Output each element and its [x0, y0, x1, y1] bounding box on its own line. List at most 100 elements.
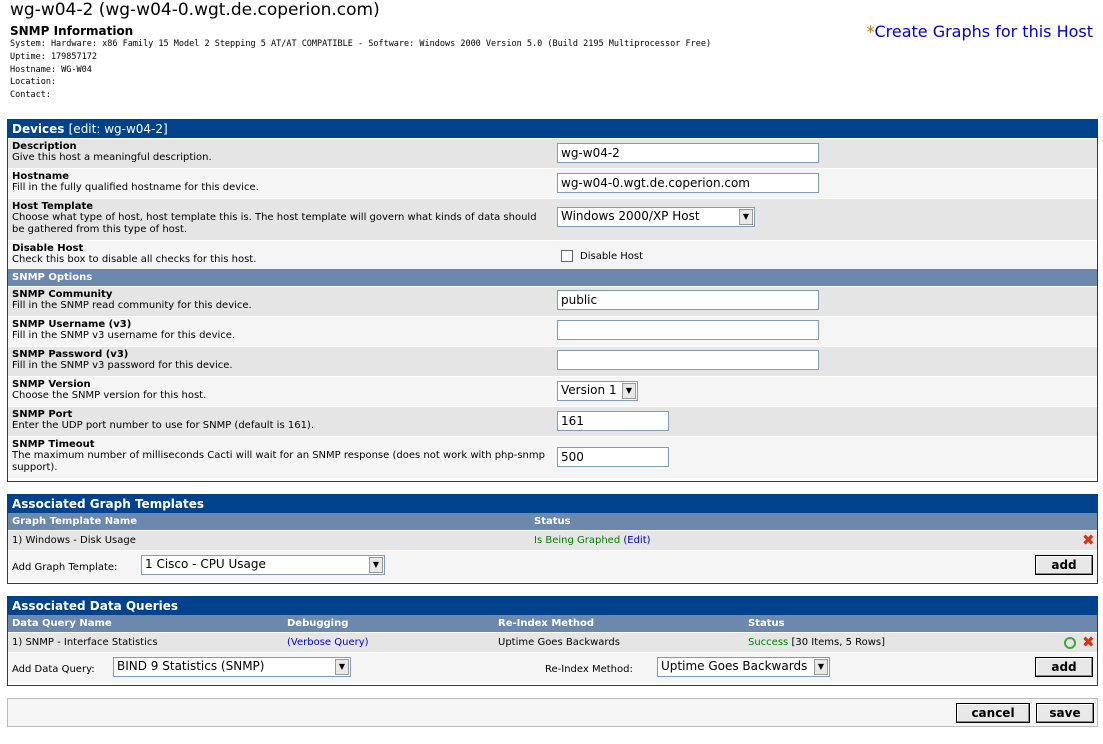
row-snmp-username: SNMP Username (v3) Fill in the SNMP v3 us… [8, 316, 1097, 346]
disable-host-label: Disable Host [12, 243, 84, 254]
col-debugging: Debugging [287, 618, 349, 629]
description-input[interactable]: wg-w04-2 [557, 143, 819, 163]
query-status-text: Success [748, 637, 789, 648]
snmp-username-input[interactable] [557, 320, 819, 340]
col-data-query-name: Data Query Name [12, 618, 112, 629]
snmp-location: Location: [10, 77, 57, 88]
table-row: 1) Windows - Disk Usage Is Being Graphed… [8, 530, 1097, 550]
snmp-username-label: SNMP Username (v3) [12, 319, 132, 330]
host-template-label: Host Template [12, 201, 94, 212]
table-row: 1) SNMP - Interface Statistics (Verbose … [8, 632, 1097, 652]
snmp-uptime: Uptime: 179857172 [10, 51, 97, 62]
snmp-timeout-help: The maximum number of milliseconds Cacti… [12, 450, 545, 473]
snmp-password-help: Fill in the SNMP v3 password for this de… [12, 360, 233, 371]
snmp-version-value: Version 1 [561, 383, 617, 397]
data-query-debug: (Verbose Query) [287, 634, 369, 651]
chevron-down-icon: ▼ [369, 557, 383, 573]
chevron-down-icon: ▼ [814, 659, 828, 675]
description-help: Give this host a meaningful description. [12, 152, 212, 163]
snmp-contact: Contact: [10, 90, 51, 101]
snmp-community-input[interactable]: public [557, 290, 819, 310]
row-snmp-port: SNMP Port Enter the UDP port number to us… [8, 406, 1097, 436]
reindex-method-value: Uptime Goes Backwards [661, 659, 808, 673]
graph-template-name: 1) Windows - Disk Usage [12, 535, 136, 546]
data-query-name: 1) SNMP - Interface Statistics [12, 637, 158, 648]
graph-edit-link[interactable]: Edit [627, 535, 646, 546]
delete-graph-template-icon[interactable]: ✖ [1082, 533, 1095, 548]
snmp-port-help: Enter the UDP port number to use for SNM… [12, 420, 315, 431]
data-queries-header: Associated Data Queries [8, 597, 1097, 615]
add-graph-template-value: 1 Cisco - CPU Usage [145, 557, 266, 571]
snmp-version-label: SNMP Version [12, 379, 91, 390]
col-graph-status: Status [534, 516, 571, 527]
delete-data-query-icon[interactable]: ✖ [1082, 635, 1095, 650]
snmp-system: System: Hardware: x86 Family 15 Model 2 … [10, 39, 712, 49]
devices-edit-label: [edit: wg-w04-2] [68, 122, 168, 136]
reindex-method-select[interactable]: Uptime Goes Backwards ▼ [657, 657, 830, 677]
hostname-input[interactable]: wg-w04-0.wgt.de.coperion.com [557, 173, 819, 193]
form-footer: cancel save [7, 698, 1098, 727]
graph-template-status: Is Being Graphed (Edit) [534, 532, 651, 549]
row-snmp-community: SNMP Community Fill in the SNMP read comm… [8, 286, 1097, 316]
snmp-password-label: SNMP Password (v3) [12, 349, 129, 360]
snmp-timeout-label: SNMP Timeout [12, 439, 95, 450]
hostname-help: Fill in the fully qualified hostname for… [12, 182, 259, 193]
add-data-query-row: Add Data Query: BIND 9 Statistics (SNMP)… [8, 652, 1097, 683]
add-data-query-select[interactable]: BIND 9 Statistics (SNMP) ▼ [113, 657, 351, 677]
devices-panel: Devices [edit: wg-w04-2] Description Give… [7, 119, 1098, 482]
row-snmp-timeout: SNMP Timeout The maximum number of millis… [8, 436, 1097, 478]
cancel-button[interactable]: cancel [956, 703, 1030, 723]
snmp-port-label: SNMP Port [12, 409, 73, 420]
row-description: Description Give this host a meaningful d… [8, 138, 1097, 168]
chevron-down-icon: ▼ [335, 659, 349, 675]
debug-close: ) [364, 637, 369, 648]
graph-edit-close: ) [646, 535, 651, 546]
create-graphs-link[interactable]: Create Graphs for this Host [874, 22, 1093, 41]
data-query-reindex: Uptime Goes Backwards [498, 637, 620, 648]
host-template-help: Choose what type of host, host template … [12, 212, 537, 235]
add-data-query-value: BIND 9 Statistics (SNMP) [117, 659, 265, 673]
reload-query-icon[interactable] [1064, 637, 1076, 649]
row-snmp-password: SNMP Password (v3) Fill in the SNMP v3 pa… [8, 346, 1097, 376]
save-button[interactable]: save [1036, 703, 1094, 723]
col-reindex-method: Re-Index Method [498, 618, 595, 629]
create-graphs-link-wrap: *Create Graphs for this Host [866, 22, 1093, 41]
snmp-username-help: Fill in the SNMP v3 username for this de… [12, 330, 236, 341]
description-label: Description [12, 141, 77, 152]
add-graph-template-label: Add Graph Template: [12, 562, 118, 573]
snmp-info-heading: SNMP Information [10, 24, 134, 38]
disable-host-checkbox[interactable] [561, 250, 573, 262]
col-query-status: Status [748, 618, 785, 629]
row-snmp-version: SNMP Version Choose the SNMP version for … [8, 376, 1097, 406]
snmp-port-input[interactable]: 161 [557, 411, 669, 431]
snmp-information: SNMP Information System: Hardware: x86 F… [10, 24, 711, 102]
hostname-label: Hostname [12, 171, 70, 182]
devices-header: Devices [edit: wg-w04-2] [8, 120, 1097, 138]
snmp-community-help: Fill in the SNMP read community for this… [12, 300, 252, 311]
graph-status-text: Is Being Graphed [534, 535, 621, 546]
snmp-timeout-input[interactable]: 500 [557, 447, 669, 467]
add-data-query-label: Add Data Query: [12, 664, 95, 675]
snmp-hostname: Hostname: WG-W04 [10, 64, 92, 75]
data-queries-columns: Data Query Name Debugging Re-Index Metho… [8, 615, 1097, 632]
chevron-down-icon: ▼ [622, 383, 636, 399]
row-disable-host: Disable Host Check this box to disable al… [8, 240, 1097, 269]
add-graph-template-row: Add Graph Template: 1 Cisco - CPU Usage ▼… [8, 550, 1097, 581]
add-data-query-button[interactable]: add [1035, 657, 1093, 677]
col-graph-template-name: Graph Template Name [12, 516, 138, 527]
row-hostname: Hostname Fill in the fully qualified host… [8, 168, 1097, 198]
snmp-password-input[interactable] [557, 350, 819, 370]
snmp-version-select[interactable]: Version 1 ▼ [557, 381, 638, 401]
add-graph-template-button[interactable]: add [1035, 555, 1093, 575]
reindex-method-label: Re-Index Method: [545, 664, 633, 675]
data-queries-panel: Associated Data Queries Data Query Name … [7, 596, 1098, 686]
chevron-down-icon: ▼ [739, 209, 753, 225]
add-graph-template-select[interactable]: 1 Cisco - CPU Usage ▼ [141, 555, 385, 575]
data-query-status: Success [30 Items, 5 Rows] [748, 634, 885, 651]
verbose-query-link[interactable]: Verbose Query [291, 637, 365, 648]
snmp-community-label: SNMP Community [12, 289, 113, 300]
host-template-value: Windows 2000/XP Host [561, 209, 700, 223]
query-status-detail: [30 Items, 5 Rows] [791, 637, 886, 648]
graph-templates-panel: Associated Graph Templates Graph Templat… [7, 494, 1098, 584]
host-template-select[interactable]: Windows 2000/XP Host ▼ [557, 207, 755, 227]
